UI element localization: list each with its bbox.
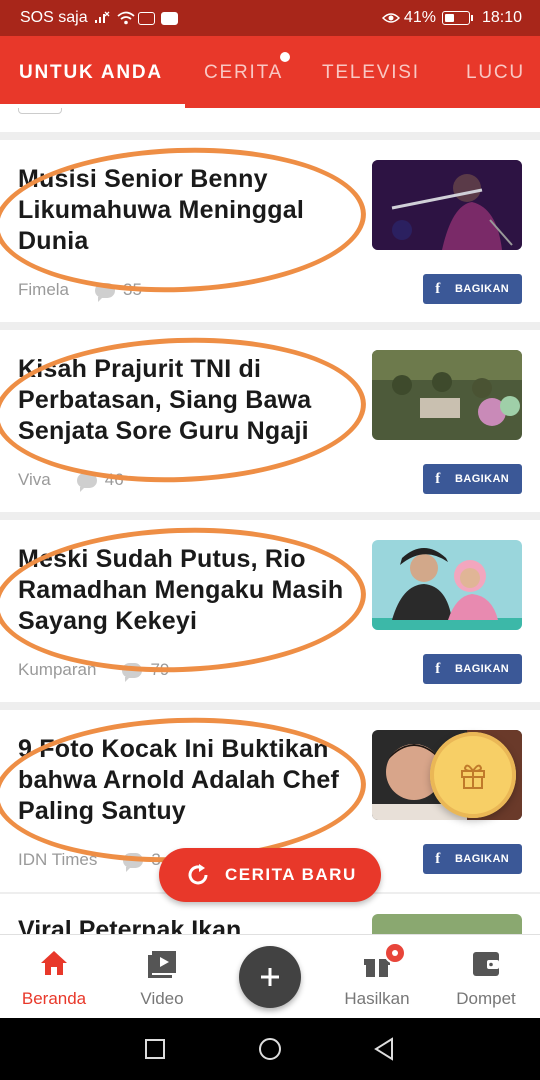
share-label: BAGIKAN (455, 853, 510, 865)
share-button[interactable]: f BAGIKAN (423, 844, 522, 874)
nav-label: Hasilkan (344, 989, 410, 1008)
category-tabs: UNTUK ANDA CERITA TELEVISI LUCU (0, 36, 540, 108)
article-thumbnail[interactable] (372, 914, 522, 934)
facebook-icon: f (435, 280, 441, 297)
article-meta: Fimela 35 (18, 280, 142, 302)
plus-icon (261, 968, 279, 986)
comment-count-value: 35 (123, 280, 142, 299)
new-stories-label: CERITA BARU (225, 865, 357, 884)
article-source: IDN Times (18, 850, 98, 869)
article-meta: Viva 46 (18, 470, 124, 492)
eye-icon (381, 11, 400, 25)
wifi-icon (116, 11, 135, 25)
reward-gift-button[interactable] (430, 732, 516, 818)
share-label: BAGIKAN (455, 663, 510, 675)
back-icon[interactable] (372, 1037, 396, 1061)
article-meta: Kumparan 79 (18, 660, 170, 682)
carrier-label: SOS saja (20, 9, 88, 26)
video-icon (148, 951, 176, 978)
article-title[interactable]: Musisi Senior Benny Likumahuwa Meninggal… (18, 164, 358, 257)
status-bar: SOS saja 41% 18:10 (0, 0, 540, 36)
new-stories-button[interactable]: CERITA BARU (159, 848, 381, 902)
facebook-icon: f (435, 470, 441, 487)
news-card[interactable]: Musisi Senior Benny Likumahuwa Meninggal… (0, 140, 540, 322)
news-card[interactable]: Meski Sudah Putus, Rio Ramadhan Mengaku … (0, 520, 540, 702)
clock: 18:10 (481, 9, 522, 26)
article-meta: IDN Times 3 (18, 850, 161, 872)
comment-icon (76, 472, 97, 492)
comment-icon (122, 662, 143, 682)
tab-untuk-anda[interactable]: UNTUK ANDA (19, 62, 163, 84)
article-thumbnail[interactable] (372, 160, 522, 250)
nav-label: Beranda (21, 989, 87, 1008)
comment-count[interactable]: 3 (123, 850, 161, 872)
message-icon (137, 11, 155, 25)
tab-cerita[interactable]: CERITA (204, 62, 283, 84)
battery-percent: 41% (403, 9, 436, 26)
comment-count-value: 46 (104, 470, 124, 489)
recent-apps-icon[interactable] (144, 1038, 166, 1060)
facebook-icon: f (435, 850, 441, 867)
share-button[interactable]: f BAGIKAN (423, 464, 522, 494)
facebook-icon: f (435, 660, 441, 677)
comment-icon (123, 852, 144, 872)
article-title[interactable]: 9 Foto Kocak Ini Buktikan bahwa Arnold A… (18, 734, 358, 827)
system-navigation-bar (0, 1018, 540, 1080)
nav-hasilkan[interactable]: Hasilkan (327, 935, 427, 1019)
comment-count[interactable]: 46 (76, 470, 124, 492)
youtube-icon (160, 11, 178, 25)
tab-lucu[interactable]: LUCU (466, 62, 525, 84)
article-title[interactable]: Kisah Prajurit TNI di Perbatasan, Siang … (18, 354, 358, 447)
wallet-icon (473, 952, 499, 976)
share-button[interactable]: f BAGIKAN (423, 654, 522, 684)
create-post-button[interactable] (239, 946, 301, 1008)
nav-label: Video (140, 989, 184, 1008)
nav-beranda[interactable]: Beranda (4, 935, 104, 1019)
nav-video[interactable]: Video (112, 935, 212, 1019)
nav-label: Dompet (456, 989, 516, 1008)
home-button-icon[interactable] (258, 1037, 282, 1061)
share-label: BAGIKAN (455, 283, 510, 295)
partial-card-top (0, 108, 540, 132)
notification-badge (384, 942, 406, 964)
article-thumbnail[interactable] (372, 540, 522, 630)
article-source: Viva (18, 470, 51, 489)
new-indicator-dot (280, 52, 290, 62)
share-label: BAGIKAN (455, 473, 510, 485)
news-card[interactable]: Kisah Prajurit TNI di Perbatasan, Siang … (0, 330, 540, 512)
comment-count[interactable]: 79 (122, 660, 170, 682)
article-title[interactable]: Meski Sudah Putus, Rio Ramadhan Mengaku … (18, 544, 358, 637)
comment-icon (95, 282, 116, 302)
article-source: Fimela (18, 280, 70, 299)
tab-televisi[interactable]: TELEVISI (322, 62, 420, 84)
nav-dompet[interactable]: Dompet (436, 935, 536, 1019)
refresh-icon (188, 864, 208, 885)
home-icon (41, 951, 67, 975)
article-title[interactable]: Viral Peternak Ikan (18, 916, 241, 934)
article-thumbnail[interactable] (372, 350, 522, 440)
battery-icon (441, 11, 473, 25)
article-source: Kumparan (18, 660, 97, 679)
share-button[interactable]: f BAGIKAN (423, 274, 522, 304)
comment-count[interactable]: 35 (95, 280, 142, 302)
no-sim-icon (94, 11, 110, 25)
comment-count-value: 79 (150, 660, 170, 679)
